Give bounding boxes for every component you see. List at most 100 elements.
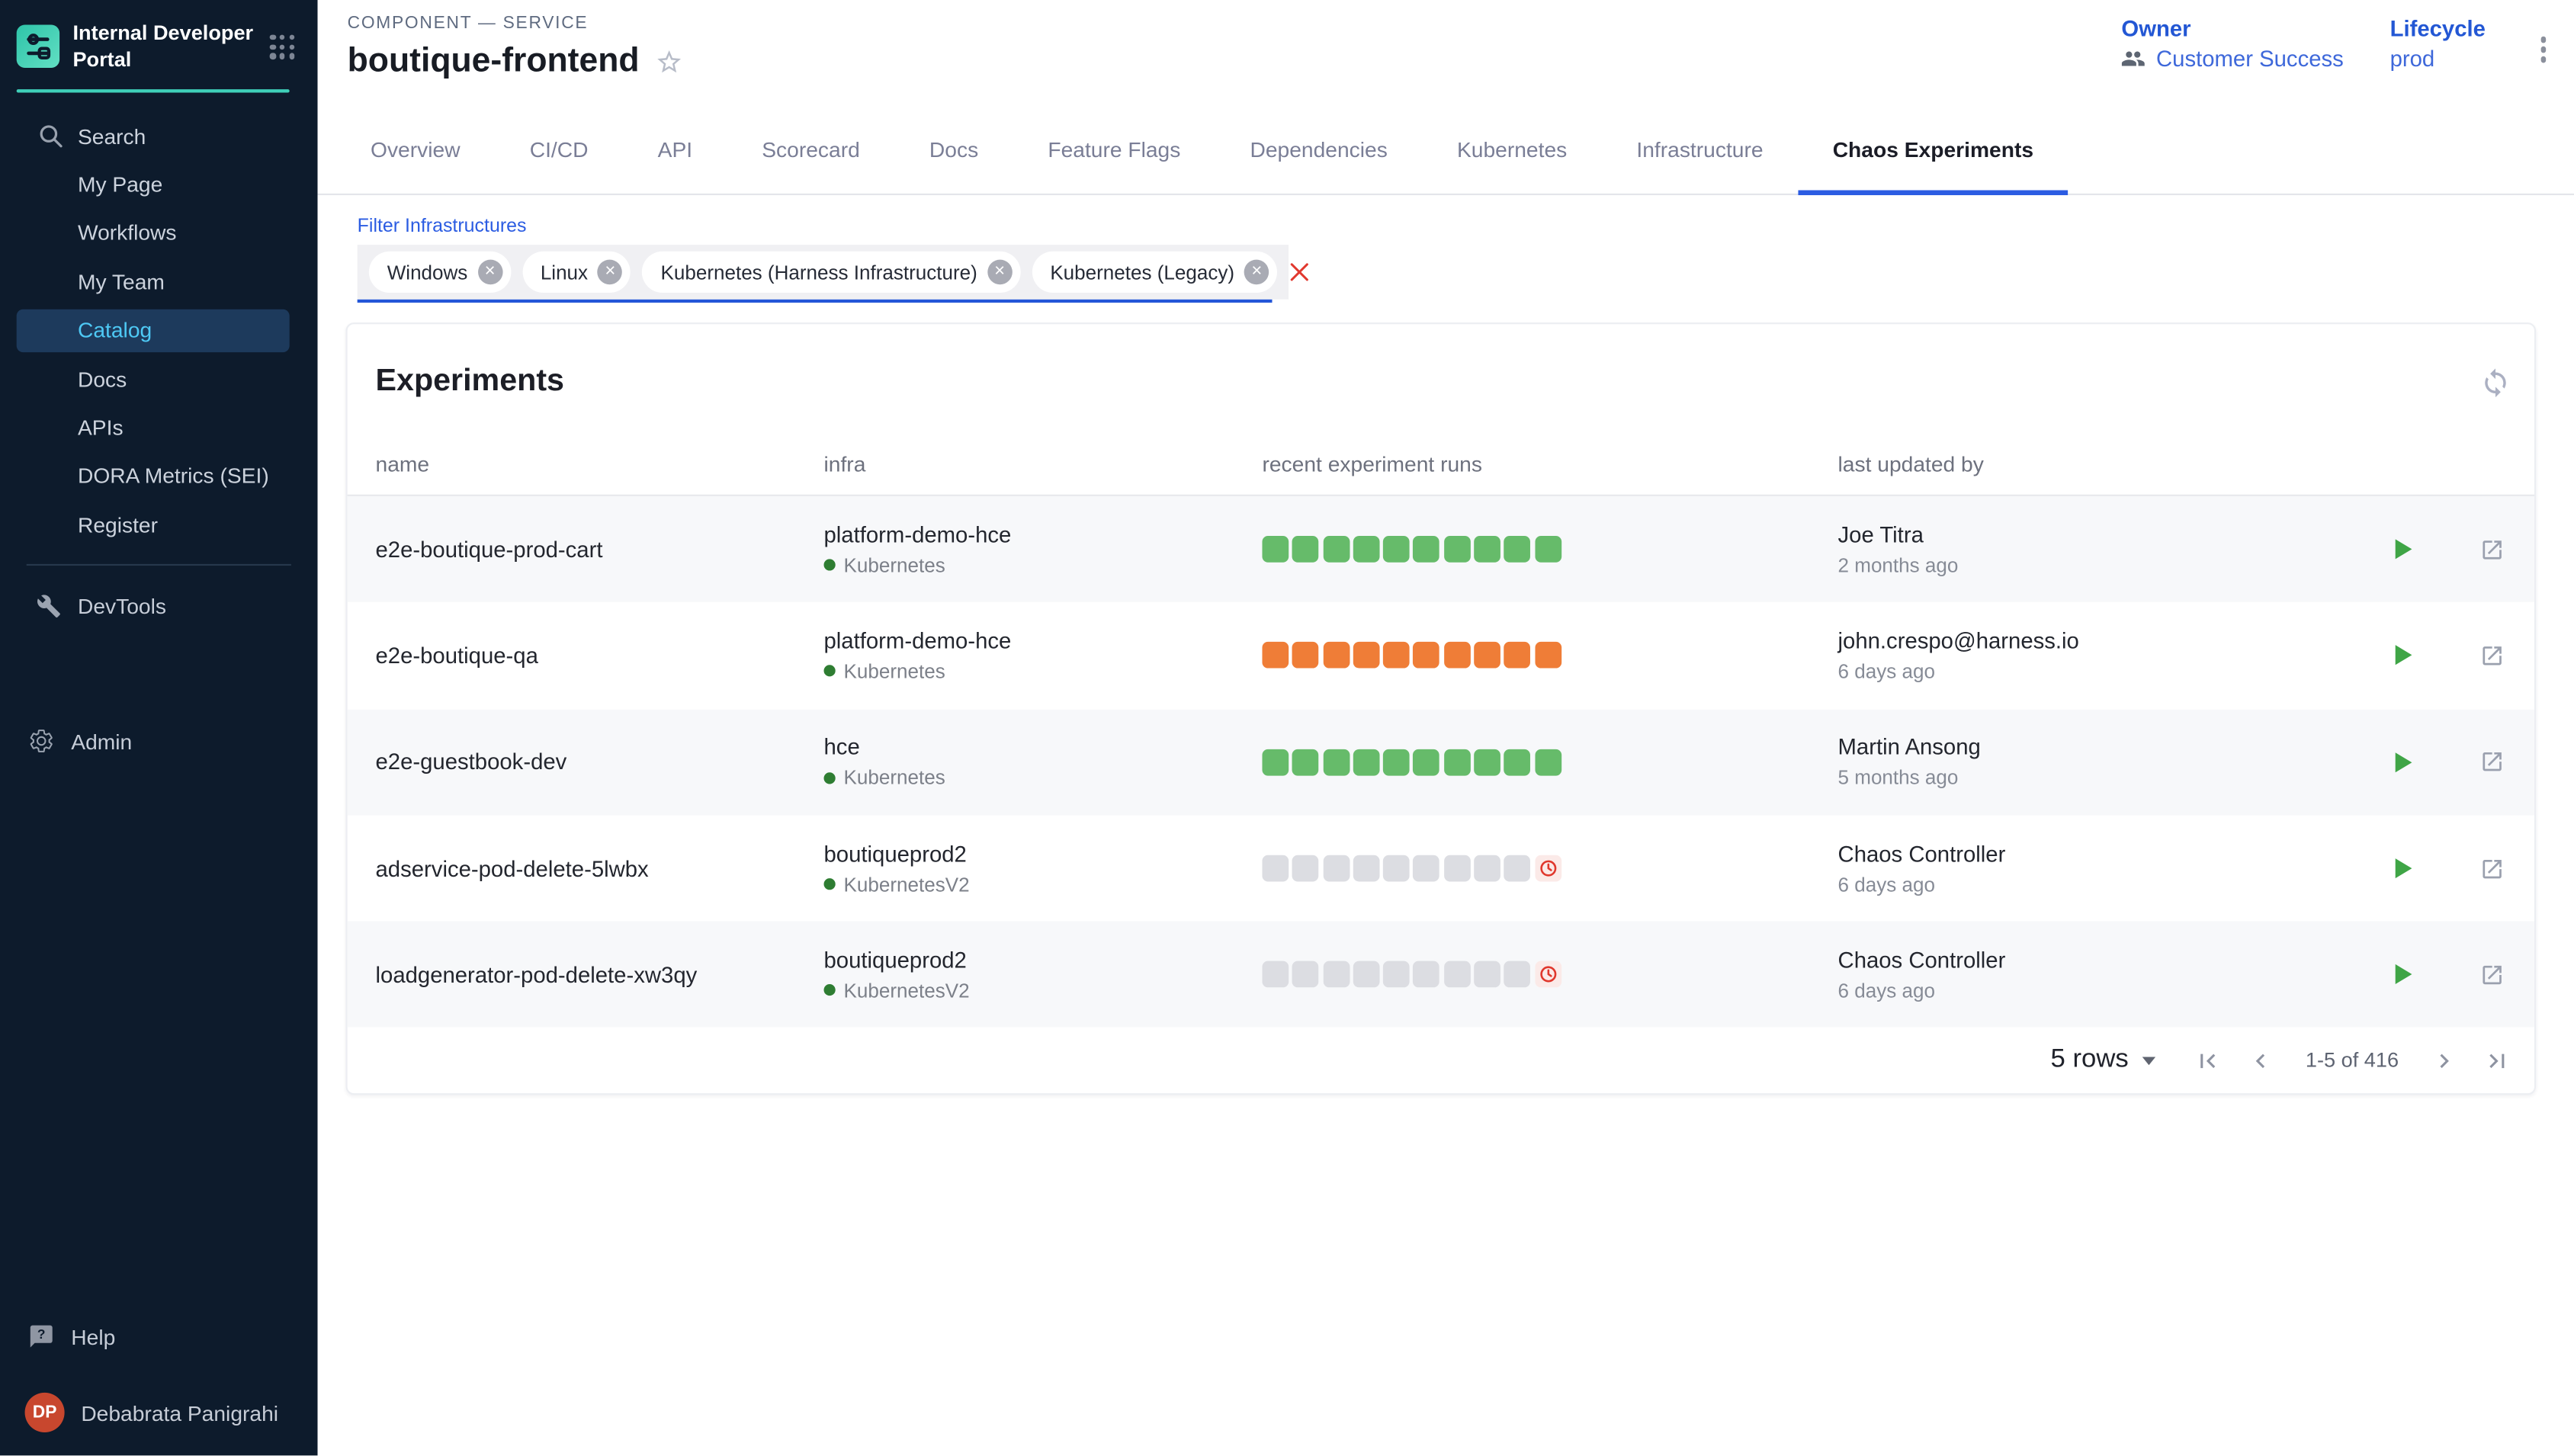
external-link-icon[interactable]: [2479, 643, 2505, 669]
sidebar-item-workflows[interactable]: Workflows: [0, 209, 318, 258]
table-header: name infra recent experiment runs last u…: [348, 433, 2534, 495]
prev-page-button[interactable]: [2246, 1047, 2274, 1075]
next-page-button[interactable]: [2430, 1047, 2458, 1075]
infra-name: platform-demo-hce: [824, 628, 1263, 653]
page-title: boutique-frontend: [348, 41, 640, 81]
experiments-title: Experiments: [376, 364, 564, 400]
table-row: loadgenerator-pod-delete-xw3qy boutiquep…: [348, 922, 2534, 1028]
table-pagination: 5 rows 1-5 of 416: [348, 1028, 2534, 1094]
run-status-square: [1504, 749, 1531, 775]
sidebar-item-docs[interactable]: Docs: [0, 354, 318, 403]
infra-type: KubernetesV2: [844, 979, 970, 1002]
sidebar-item-help[interactable]: ? Help: [0, 1312, 318, 1361]
tab-ci-cd[interactable]: CI/CD: [495, 107, 623, 195]
tab-docs[interactable]: Docs: [894, 107, 1013, 195]
infra-name: hce: [824, 735, 1263, 760]
star-favorite-icon[interactable]: [656, 47, 684, 75]
sidebar-item-my-team[interactable]: My Team: [0, 258, 318, 306]
updated-at: 6 days ago: [1838, 660, 2357, 683]
updated-by: john.crespo@harness.io: [1838, 628, 2357, 653]
filter-chips-area[interactable]: Windows Linux Kubernetes (Harness Infras…: [358, 245, 1289, 300]
lifecycle-value: prod: [2390, 47, 2486, 72]
owner-link[interactable]: Customer Success: [2156, 47, 2344, 72]
sidebar-item-register[interactable]: Register: [0, 501, 318, 550]
sidebar-item-search[interactable]: Search: [0, 111, 318, 160]
pending-clock-icon: [1535, 855, 1561, 882]
external-link-icon[interactable]: [2479, 537, 2505, 562]
external-link-icon[interactable]: [2479, 962, 2505, 987]
people-icon: [2121, 47, 2146, 72]
tab-scorecard[interactable]: Scorecard: [727, 107, 895, 195]
run-experiment-button[interactable]: [2396, 646, 2412, 665]
tab-dependencies[interactable]: Dependencies: [1215, 107, 1422, 195]
infrastructure-filter-input[interactable]: Windows Linux Kubernetes (Harness Infras…: [358, 245, 1273, 303]
tab-overview[interactable]: Overview: [335, 107, 495, 195]
chip-remove-icon[interactable]: [987, 260, 1013, 285]
user-profile[interactable]: DP Debabrata Panigrahi: [0, 1388, 318, 1438]
run-status-square: [1353, 536, 1380, 563]
external-link-icon[interactable]: [2479, 749, 2505, 775]
sidebar-item-devtools[interactable]: DevTools: [0, 581, 318, 630]
run-status-square: [1292, 536, 1319, 563]
run-experiment-button[interactable]: [2396, 858, 2412, 878]
infra-type: Kubernetes: [844, 660, 945, 683]
lifecycle-block: Lifecycle prod: [2390, 17, 2486, 72]
run-status-square: [1414, 643, 1440, 669]
run-status-square: [1504, 961, 1531, 988]
chip-remove-icon[interactable]: [598, 260, 623, 285]
filter-chip-windows[interactable]: Windows: [369, 252, 511, 293]
pending-clock-icon: [1535, 961, 1561, 988]
run-status-square: [1292, 961, 1319, 988]
updated-at: 2 months ago: [1838, 553, 2357, 576]
run-status-square: [1262, 536, 1289, 563]
lifecycle-label: Lifecycle: [2390, 17, 2486, 42]
run-experiment-button[interactable]: [2396, 965, 2412, 985]
chip-remove-icon[interactable]: [477, 260, 502, 285]
run-experiment-button[interactable]: [2396, 540, 2412, 560]
run-experiment-button[interactable]: [2396, 752, 2412, 772]
run-status-square: [1262, 749, 1289, 775]
column-recent-runs: recent experiment runs: [1262, 451, 1837, 476]
tab-infrastructure[interactable]: Infrastructure: [1602, 107, 1798, 195]
main-content: COMPONENT — SERVICE boutique-frontend Ow…: [318, 0, 2574, 1456]
gear-icon: [28, 728, 55, 755]
table-row: e2e-boutique-qa platform-demo-hce Kubern…: [348, 602, 2534, 709]
infra-status-dot: [824, 878, 836, 890]
run-status-square: [1292, 855, 1319, 882]
table-row: e2e-guestbook-dev hce Kubernetes Martin …: [348, 709, 2534, 816]
run-status-square: [1262, 855, 1289, 882]
run-status-square: [1383, 536, 1410, 563]
sidebar-item-admin[interactable]: Admin: [0, 717, 318, 766]
run-status-square: [1292, 749, 1319, 775]
sidebar-item-dora-metrics[interactable]: DORA Metrics (SEI): [0, 452, 318, 501]
tab-api[interactable]: API: [623, 107, 727, 195]
clear-filters-button[interactable]: [1289, 245, 1311, 300]
more-options-button[interactable]: [2532, 27, 2554, 72]
filter-chip-linux[interactable]: Linux: [522, 252, 631, 293]
chip-remove-icon[interactable]: [1244, 260, 1269, 285]
infra-type: Kubernetes: [844, 766, 945, 789]
run-status-square: [1444, 961, 1471, 988]
owner-block: Owner Customer Success: [2121, 17, 2343, 72]
filter-chip-kubernetes-harness[interactable]: Kubernetes (Harness Infrastructure): [643, 252, 1021, 293]
svg-text:?: ?: [37, 1326, 46, 1342]
sidebar-nav: Search My Page Workflows My Team Catalog…: [0, 111, 318, 630]
tab-feature-flags[interactable]: Feature Flags: [1013, 107, 1215, 195]
column-name: name: [376, 451, 824, 476]
run-status-square: [1323, 855, 1350, 882]
sidebar-item-my-page[interactable]: My Page: [0, 160, 318, 209]
infra-name: platform-demo-hce: [824, 522, 1263, 547]
rows-per-page-select[interactable]: 5 rows: [2051, 1046, 2155, 1076]
chevron-down-icon: [2142, 1057, 2155, 1065]
external-link-icon[interactable]: [2479, 856, 2505, 881]
last-page-button[interactable]: [2483, 1047, 2511, 1075]
apps-grid-icon[interactable]: [267, 31, 297, 62]
tab-kubernetes[interactable]: Kubernetes: [1422, 107, 1601, 195]
tab-chaos-experiments[interactable]: Chaos Experiments: [1798, 107, 2068, 195]
sidebar-item-catalog[interactable]: Catalog: [17, 309, 290, 352]
refresh-icon[interactable]: [2479, 367, 2511, 398]
filter-chip-kubernetes-legacy[interactable]: Kubernetes (Legacy): [1032, 252, 1277, 293]
first-page-button[interactable]: [2193, 1047, 2221, 1075]
infra-name: boutiqueprod2: [824, 841, 1263, 866]
sidebar-item-apis[interactable]: APIs: [0, 403, 318, 452]
